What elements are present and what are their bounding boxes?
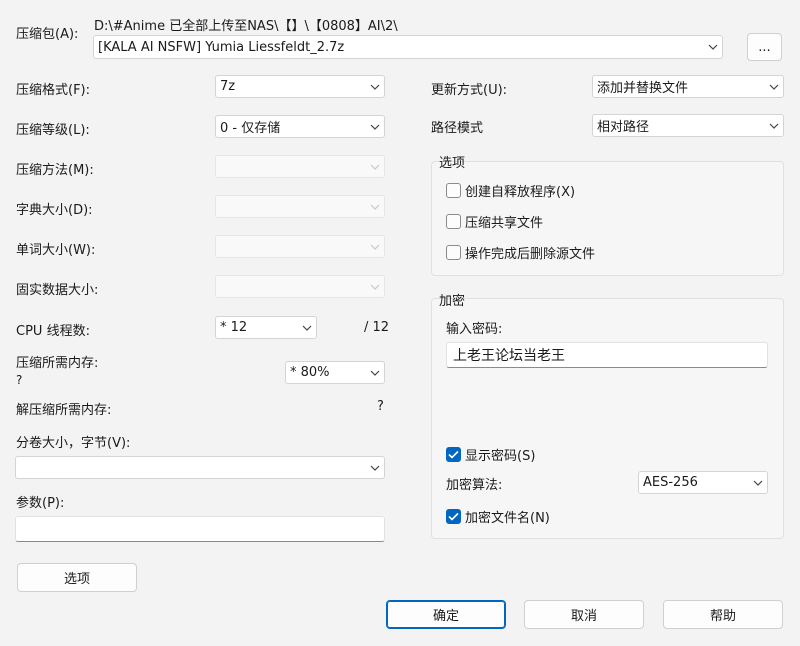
word-label: 单词大小(W):: [16, 243, 96, 258]
chevron-down-icon: [704, 36, 722, 58]
show-password-label: 显示密码(S): [465, 449, 536, 464]
threads-value: * 12: [220, 320, 248, 335]
chevron-down-icon: [366, 276, 384, 297]
mem-decompress-label: 解压缩所需内存:: [16, 403, 112, 418]
method-label: 压缩方法(M):: [16, 163, 94, 178]
checkbox-checked-icon: [446, 447, 461, 462]
sfx-label: 创建自释放程序(X): [465, 185, 576, 200]
chevron-down-icon: [366, 116, 384, 137]
shared-files-label: 压缩共享文件: [465, 216, 544, 231]
mem-percent-value: * 80%: [290, 365, 330, 380]
encrypt-names-label: 加密文件名(N): [465, 511, 550, 526]
checkbox-box: [446, 183, 461, 198]
chevron-down-icon: [366, 457, 384, 478]
archive-label: 压缩包(A):: [16, 27, 79, 42]
solid-label: 固实数据大小:: [16, 283, 99, 298]
enc-method-label: 加密算法:: [446, 478, 503, 493]
chevron-down-icon: [298, 317, 316, 338]
level-value: 0 - 仅存储: [220, 121, 281, 136]
password-value: 上老王论坛当老王: [453, 348, 565, 364]
chevron-down-icon: [366, 236, 384, 257]
word-select: [215, 235, 385, 258]
archive-filename: [KALA AI NSFW] Yumia Liessfeldt_2.7z: [98, 39, 345, 55]
chevron-down-icon: [765, 76, 783, 97]
split-label: 分卷大小，字节(V):: [16, 436, 131, 451]
chevron-down-icon: [749, 472, 767, 493]
show-password-checkbox[interactable]: 显示密码(S): [446, 445, 535, 464]
checkbox-checked-icon: [446, 509, 461, 524]
threads-label: CPU 线程数:: [16, 324, 90, 339]
sfx-checkbox[interactable]: 创建自释放程序(X): [446, 181, 575, 200]
shared-files-checkbox[interactable]: 压缩共享文件: [446, 212, 543, 231]
params-label: 参数(P):: [16, 496, 65, 511]
options-group-title: 选项: [439, 156, 466, 171]
encrypt-names-checkbox[interactable]: 加密文件名(N): [446, 507, 550, 526]
split-select[interactable]: [15, 456, 385, 479]
password-input[interactable]: 上老王论坛当老王: [446, 342, 768, 368]
format-label: 压缩格式(F):: [16, 83, 91, 98]
delete-source-checkbox[interactable]: 操作完成后删除源文件: [446, 243, 595, 262]
path-mode-value: 相对路径: [597, 120, 650, 135]
update-label: 更新方式(U):: [431, 83, 508, 98]
enc-method-select[interactable]: AES-256: [638, 471, 768, 494]
chevron-down-icon: [366, 76, 384, 97]
checkbox-box: [446, 245, 461, 260]
cancel-button[interactable]: 取消: [524, 600, 644, 629]
mem-percent-select[interactable]: * 80%: [285, 361, 385, 384]
mem-decompress-value: ?: [377, 399, 384, 414]
threads-max: / 12: [364, 320, 390, 335]
method-select: [215, 155, 385, 178]
level-label: 压缩等级(L):: [16, 123, 90, 138]
encryption-group-title: 加密: [439, 294, 466, 309]
password-label: 输入密码:: [446, 322, 503, 337]
delete-source-label: 操作完成后删除源文件: [465, 247, 596, 262]
path-mode-select[interactable]: 相对路径: [592, 114, 784, 137]
dict-label: 字典大小(D):: [16, 203, 93, 218]
path-mode-label: 路径模式: [431, 121, 484, 136]
chevron-down-icon: [366, 196, 384, 217]
mem-compress-label: 压缩所需内存:: [16, 356, 99, 371]
help-button[interactable]: 帮助: [663, 600, 783, 629]
archive-path: D:\#Anime 已全部上传至NAS\【】\【0808】AI\2\: [94, 19, 398, 34]
archive-filename-combo[interactable]: [KALA AI NSFW] Yumia Liessfeldt_2.7z: [93, 35, 723, 59]
browse-button[interactable]: ...: [747, 33, 782, 61]
format-select[interactable]: 7z: [215, 75, 385, 98]
format-value: 7z: [220, 79, 236, 94]
chevron-down-icon: [765, 115, 783, 136]
enc-method-value: AES-256: [643, 475, 698, 490]
params-input[interactable]: [15, 516, 385, 542]
threads-select[interactable]: * 12: [215, 316, 317, 339]
update-value: 添加并替换文件: [597, 81, 689, 96]
chevron-down-icon: [366, 362, 384, 383]
ok-button[interactable]: 确定: [386, 600, 506, 629]
update-select[interactable]: 添加并替换文件: [592, 75, 784, 98]
solid-select: [215, 275, 385, 298]
chevron-down-icon: [366, 156, 384, 177]
checkbox-box: [446, 214, 461, 229]
mem-compress-value: ?: [16, 373, 23, 387]
options-button[interactable]: 选项: [17, 563, 137, 592]
level-select[interactable]: 0 - 仅存储: [215, 115, 385, 138]
dict-select: [215, 195, 385, 218]
